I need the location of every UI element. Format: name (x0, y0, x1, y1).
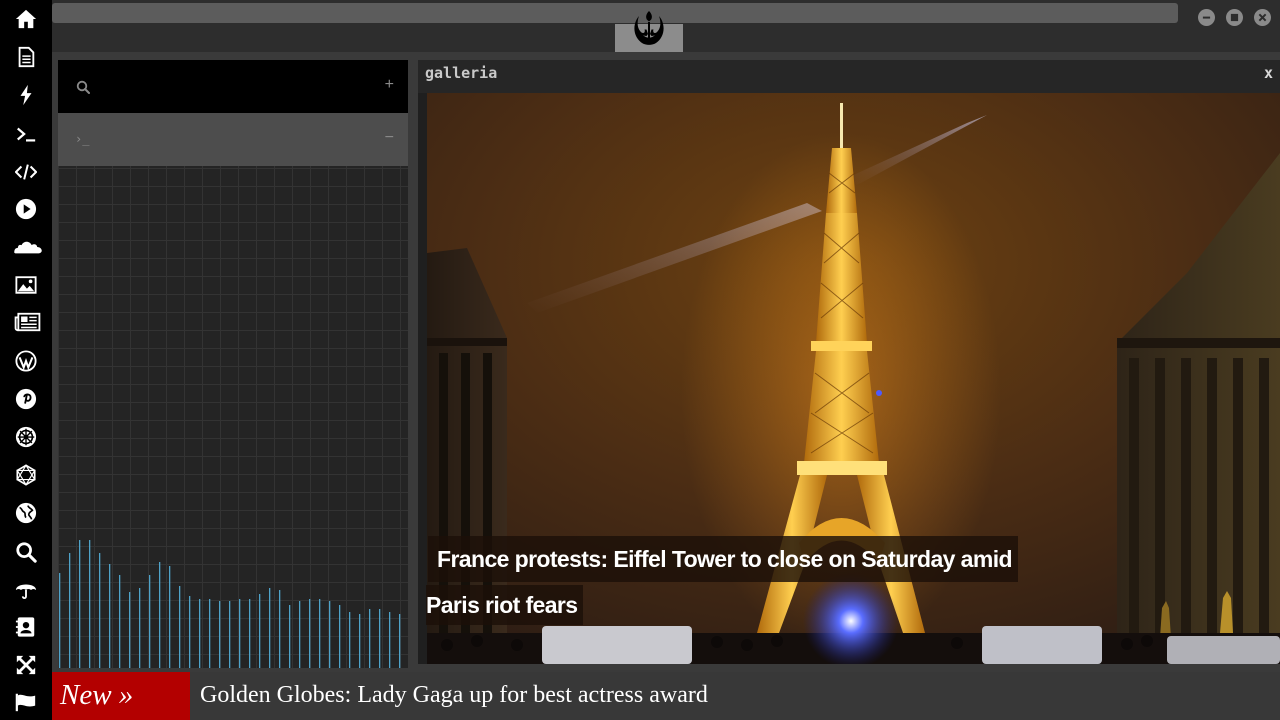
visualizer-bar (269, 588, 271, 668)
audio-visualizer (59, 540, 401, 668)
code-icon[interactable] (14, 160, 38, 184)
globe-icon[interactable] (14, 501, 38, 525)
visualizer-bar (239, 599, 241, 668)
wordpress-icon[interactable] (14, 349, 38, 373)
visualizer-bar (99, 553, 101, 668)
collapse-button[interactable]: − (385, 129, 394, 147)
visualizer-bar (109, 564, 111, 668)
visualizer-bar (89, 540, 91, 668)
visualizer-bar (209, 599, 211, 668)
galactic-empire-icon[interactable] (14, 425, 38, 449)
visualizer-bar (389, 612, 391, 668)
visualizer-bar (259, 594, 261, 668)
gallery-header: galleria x (418, 60, 1280, 93)
visualizer-bar (59, 573, 61, 668)
visualizer-bar (279, 590, 281, 668)
terminal-row[interactable]: ›_ − (58, 113, 408, 166)
address-bar[interactable] (52, 3, 1178, 23)
top-bar (52, 0, 1280, 52)
visualizer-bar (379, 609, 381, 668)
visualizer-bar (149, 575, 151, 668)
cloud-icon[interactable] (12, 235, 44, 259)
close-icon (1258, 13, 1267, 22)
ticker-new-badge: New » (52, 672, 190, 720)
visualizer-bar (129, 592, 131, 668)
maximize-icon (1230, 13, 1239, 22)
visualizer-bar (399, 614, 401, 668)
visualizer-bar (299, 601, 301, 668)
pinterest-icon[interactable] (14, 387, 38, 411)
search-bar: + (58, 60, 408, 113)
news-ticker: New » Golden Globes: Lady Gaga up for be… (52, 672, 1280, 720)
minimize-icon (1202, 16, 1211, 19)
visualizer-bar (329, 601, 331, 668)
image-icon[interactable] (14, 273, 38, 297)
gallery-title: galleria (425, 64, 498, 82)
visualizer-bar (159, 562, 161, 668)
visualizer-bar (169, 566, 171, 668)
gallery-close-button[interactable]: x (1264, 64, 1273, 82)
sidebar (0, 0, 52, 720)
visualizer-bar (219, 601, 221, 668)
visualizer-bar (249, 599, 251, 668)
visualizer-bar (139, 588, 141, 668)
visualizer-bar (229, 601, 231, 668)
newspaper-icon[interactable] (13, 310, 41, 334)
rebel-alliance-icon[interactable] (629, 8, 669, 48)
gallery-caption: France protests: Eiffel Tower to close o… (428, 536, 1018, 582)
terminal-prompt: ›_ (75, 132, 90, 146)
document-icon[interactable] (14, 45, 38, 69)
terminal-icon[interactable] (14, 122, 38, 146)
minimize-button[interactable] (1198, 9, 1215, 26)
search-input[interactable] (102, 74, 366, 102)
umbrella-icon[interactable] (14, 578, 38, 602)
play-icon[interactable] (14, 197, 38, 221)
gallery-caption-continued: Paris riot fears (426, 585, 584, 625)
visualizer-bar (359, 614, 361, 668)
visualizer-bar (309, 599, 311, 668)
home-icon[interactable] (14, 7, 38, 31)
close-button[interactable] (1254, 9, 1271, 26)
visualizer-bar (79, 540, 81, 668)
visualizer-bar (349, 612, 351, 668)
side-panel: + ›_ − (58, 60, 408, 668)
add-button[interactable]: + (385, 76, 394, 94)
expand-icon[interactable] (14, 653, 38, 677)
lightning-icon[interactable] (14, 83, 38, 107)
search-icon[interactable] (14, 540, 38, 564)
visualizer-bar (339, 605, 341, 668)
visualizer-bar (289, 605, 291, 668)
network-icon[interactable] (14, 463, 38, 487)
visualizer-bar (69, 553, 71, 668)
visualizer-bar (199, 599, 201, 668)
search-icon (76, 80, 90, 94)
visualizer-bar (189, 596, 191, 668)
contact-card-icon[interactable] (14, 615, 38, 639)
ticker-headline[interactable]: Golden Globes: Lady Gaga up for best act… (200, 672, 708, 720)
visualizer-bar (179, 586, 181, 668)
maximize-button[interactable] (1226, 9, 1243, 26)
visualizer-bar (119, 575, 121, 668)
visualizer-bar (319, 599, 321, 668)
flag-icon[interactable] (14, 690, 38, 714)
visualizer-bar (369, 609, 371, 668)
